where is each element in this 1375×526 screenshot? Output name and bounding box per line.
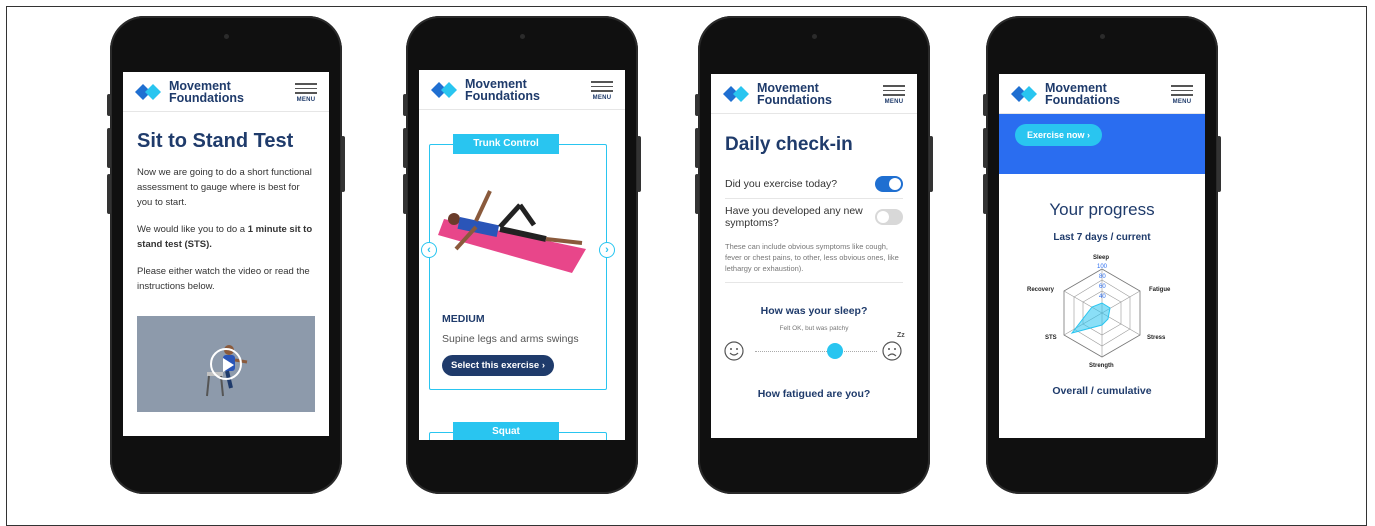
progress-radar-chart: Sleep Fatigue Stress Strength STS Recove…: [999, 251, 1205, 375]
radar-grid: [1063, 268, 1141, 358]
video-player[interactable]: [137, 316, 315, 412]
happy-face-icon: [724, 341, 744, 361]
new-symptoms-toggle[interactable]: [875, 209, 903, 225]
difficulty-label: MEDIUM: [442, 313, 485, 325]
brand-name: Movement Foundations: [757, 80, 832, 107]
brand-name: Movement Foundations: [169, 78, 244, 105]
sit-to-stand-screen: Movement Foundations MENU Sit to Stand Te…: [123, 72, 329, 436]
exercise-today-row: Did you exercise today?: [725, 170, 903, 199]
radar-label-sleep: Sleep: [1093, 255, 1110, 261]
intro-text: Now we are going to do a short functiona…: [137, 167, 312, 208]
page-title: Daily check-in: [725, 134, 853, 155]
camera: [1100, 34, 1105, 39]
exercise-select-screen: Movement Foundations MENU MEDIUM Supine l…: [419, 70, 625, 440]
radar-tick: 40: [1099, 294, 1106, 300]
sleep-value: Felt OK, but was patchy: [779, 325, 849, 332]
radar-label-strength: Strength: [1089, 363, 1114, 369]
brand-name: Movement Foundations: [465, 76, 540, 103]
tab-trunk-control[interactable]: Trunk Control: [453, 134, 559, 154]
exercise-name: Supine legs and arms swings: [442, 333, 579, 345]
app-header: Movement Foundations MENU: [711, 74, 917, 114]
menu-button[interactable]: MENU: [883, 82, 905, 105]
phone-4: Movement Foundations MENU Exercise now › …: [983, 16, 1221, 494]
menu-button[interactable]: MENU: [1171, 82, 1193, 105]
menu-button[interactable]: MENU: [591, 78, 613, 101]
hamburger-icon: [295, 80, 317, 97]
sleep-zz-label: Zz: [897, 332, 905, 339]
radar-tick: 100: [1097, 264, 1108, 270]
hamburger-icon: [1171, 82, 1193, 99]
app-header: Movement Foundations MENU: [419, 70, 625, 110]
brand-name: Movement Foundations: [1045, 80, 1120, 107]
hamburger-icon: [591, 78, 613, 95]
progress-title: Your progress: [1049, 200, 1155, 219]
radar-tick: 60: [1099, 284, 1106, 290]
phone-2: Movement Foundations MENU MEDIUM Supine l…: [403, 16, 641, 494]
phone-3: Movement Foundations MENU Daily check-in …: [695, 16, 933, 494]
slider-thumb[interactable]: [827, 343, 843, 359]
last-7-days-label: Last 7 days / current: [1053, 232, 1151, 243]
phone-1: Movement Foundations MENU Sit to Stand Te…: [107, 16, 345, 494]
progress-screen: Movement Foundations MENU Exercise now › …: [999, 74, 1205, 438]
radar-label-recovery: Recovery: [1027, 287, 1055, 293]
video-hint-text: Please either watch the video or read th…: [137, 266, 310, 292]
camera: [812, 34, 817, 39]
page-title: Sit to Stand Test: [137, 130, 294, 152]
instruction-text: We would like you to do a 1 minute sit t…: [137, 224, 313, 250]
logo-icon: [1011, 85, 1037, 102]
exercise-card[interactable]: MEDIUM Supine legs and arms swings Selec…: [429, 144, 607, 390]
sad-face-icon: [882, 341, 902, 361]
sleep-question: How was your sleep?: [760, 305, 868, 317]
logo-icon: [431, 81, 457, 98]
hamburger-icon: [883, 82, 905, 99]
overall-label: Overall / cumulative: [1052, 385, 1152, 397]
sleep-slider[interactable]: Zz: [711, 332, 917, 364]
radar-tick: 80: [1099, 274, 1106, 280]
exercise-illustration: [438, 190, 586, 273]
radar-label-stress: Stress: [1147, 335, 1166, 341]
logo-icon: [135, 83, 161, 100]
chevron-left-icon[interactable]: ‹: [421, 242, 437, 258]
radar-label-sts: STS: [1045, 335, 1057, 341]
radar-label-fatigue: Fatigue: [1149, 287, 1171, 293]
exercise-banner: Exercise now ›: [999, 114, 1205, 174]
menu-button[interactable]: MENU: [295, 80, 317, 103]
exercise-today-toggle[interactable]: [875, 176, 903, 192]
chevron-right-icon[interactable]: ›: [599, 242, 615, 258]
camera: [224, 34, 229, 39]
app-header: Movement Foundations MENU: [999, 74, 1205, 114]
logo-icon: [723, 85, 749, 102]
camera: [520, 34, 525, 39]
app-header: Movement Foundations MENU: [123, 72, 329, 112]
select-exercise-button[interactable]: Select this exercise ›: [442, 355, 555, 376]
daily-checkin-screen: Movement Foundations MENU Daily check-in …: [711, 74, 917, 438]
play-icon[interactable]: [210, 348, 242, 380]
exercise-now-button[interactable]: Exercise now ›: [1015, 124, 1103, 146]
fatigue-question: How fatigued are you?: [757, 388, 871, 400]
new-symptoms-row: Have you developed any new symptoms?: [725, 199, 903, 235]
tab-squat[interactable]: Squat: [453, 422, 559, 440]
symptoms-note: These can include obvious symptoms like …: [725, 241, 903, 283]
